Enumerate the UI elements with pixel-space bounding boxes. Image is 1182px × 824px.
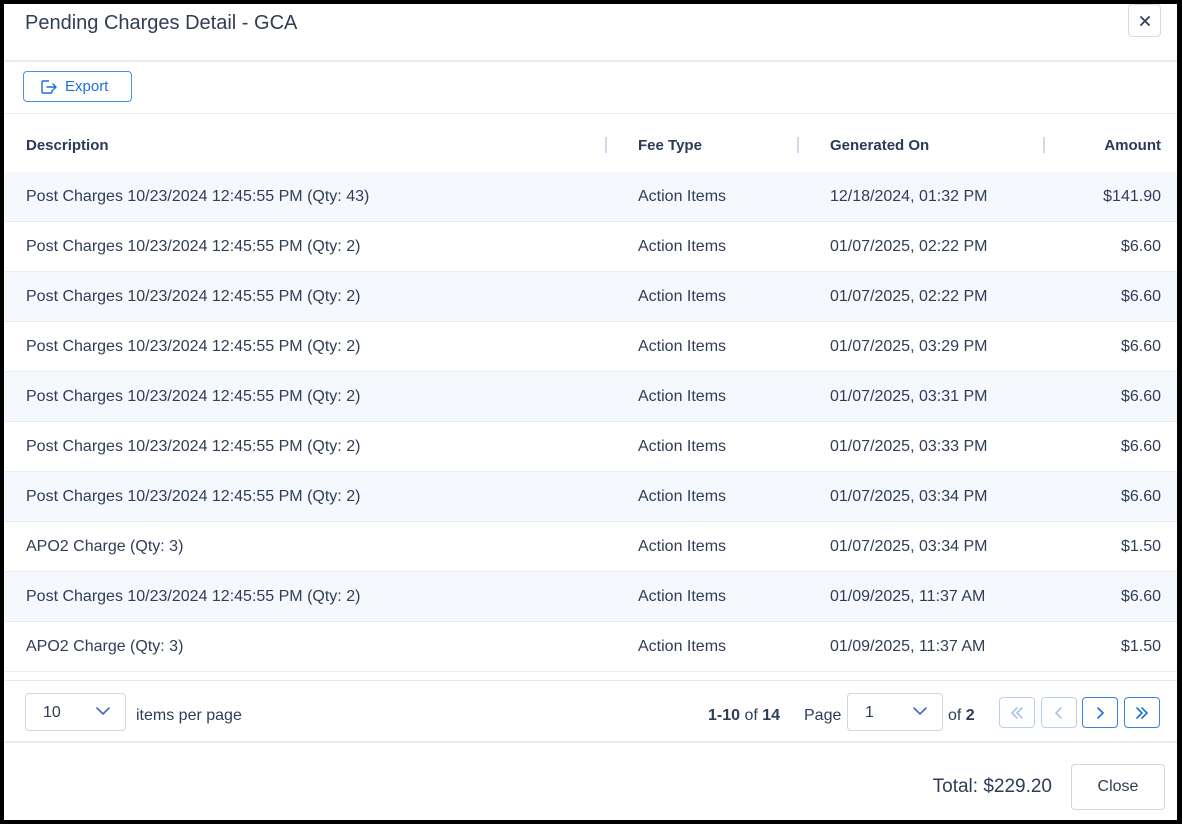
table-row[interactable]: Post Charges 10/23/2024 12:45:55 PM (Qty…: [4, 422, 1177, 472]
table-row[interactable]: Post Charges 10/23/2024 12:45:55 PM (Qty…: [4, 322, 1177, 372]
page-size-select[interactable]: 10: [25, 693, 126, 731]
cell-description: Post Charges 10/23/2024 12:45:55 PM (Qty…: [26, 288, 361, 305]
cell-generated-on: 01/07/2025, 03:33 PM: [830, 438, 988, 455]
cell-fee-type: Action Items: [638, 288, 727, 305]
total-pages: 2: [965, 707, 975, 724]
items-per-page-label: items per page: [136, 707, 242, 724]
cell-description: Post Charges 10/23/2024 12:45:55 PM (Qty…: [26, 488, 361, 505]
cell-fee-type: Action Items: [638, 238, 727, 255]
cell-description: Post Charges 10/23/2024 12:45:55 PM (Qty…: [26, 438, 361, 455]
cell-fee-type: Action Items: [638, 538, 727, 555]
column-resizer[interactable]: [605, 137, 607, 153]
cell-generated-on: 01/09/2025, 11:37 AM: [830, 588, 986, 605]
cell-description: APO2 Charge (Qty: 3): [26, 538, 184, 555]
cell-amount: $1.50: [1120, 638, 1161, 655]
cell-description: APO2 Charge (Qty: 3): [26, 638, 184, 655]
column-resizer[interactable]: [797, 137, 799, 153]
cell-amount: $6.60: [1120, 588, 1161, 605]
cell-description: Post Charges 10/23/2024 12:45:55 PM (Qty…: [26, 588, 361, 605]
prev-page-icon: [1055, 706, 1062, 719]
cell-amount: $6.60: [1120, 288, 1161, 305]
cell-generated-on: 01/07/2025, 03:29 PM: [830, 338, 988, 355]
table-row[interactable]: Post Charges 10/23/2024 12:45:55 PM (Qty…: [4, 272, 1177, 322]
total-pages-label: of 2: [948, 707, 975, 725]
cell-amount: $1.50: [1120, 538, 1161, 555]
total-items: 14: [762, 707, 781, 724]
cell-amount: $6.60: [1120, 488, 1161, 505]
pending-charges-dialog: Pending Charges Detail - GCA Export Desc…: [4, 4, 1177, 820]
total-amount: Total: $229.20: [932, 776, 1052, 797]
range-of-label: of: [744, 707, 758, 724]
column-header-amount[interactable]: Amount: [1104, 137, 1161, 154]
cell-generated-on: 01/07/2025, 03:34 PM: [830, 538, 988, 555]
cell-fee-type: Action Items: [638, 638, 727, 655]
cell-amount: $6.60: [1120, 338, 1161, 355]
table-row[interactable]: Post Charges 10/23/2024 12:45:55 PM (Qty…: [4, 372, 1177, 422]
dialog-title: Pending Charges Detail - GCA: [25, 12, 298, 34]
next-page-icon: [1097, 706, 1104, 719]
cell-fee-type: Action Items: [638, 388, 727, 405]
column-header-generated-on[interactable]: Generated On: [830, 137, 929, 154]
cell-description: Post Charges 10/23/2024 12:45:55 PM (Qty…: [26, 388, 361, 405]
cell-generated-on: 01/07/2025, 02:22 PM: [830, 238, 988, 255]
export-label: Export: [65, 78, 109, 95]
cell-fee-type: Action Items: [638, 438, 727, 455]
cell-generated-on: 01/07/2025, 03:31 PM: [830, 388, 988, 405]
close-button[interactable]: Close: [1071, 764, 1165, 810]
table-row[interactable]: Post Charges 10/23/2024 12:45:55 PM (Qty…: [4, 472, 1177, 522]
table-row[interactable]: APO2 Charge (Qty: 3) Action Items 01/07/…: [4, 522, 1177, 572]
range-value: 1-10: [708, 707, 741, 724]
chevron-down-icon: [96, 707, 110, 715]
cell-generated-on: 01/07/2025, 03:34 PM: [830, 488, 988, 505]
export-icon: [41, 79, 57, 94]
page-select[interactable]: 1: [847, 693, 943, 731]
page-label: Page: [804, 707, 842, 724]
table-row[interactable]: Post Charges 10/23/2024 12:45:55 PM (Qty…: [4, 222, 1177, 272]
first-page-icon: [1011, 706, 1023, 719]
column-resizer[interactable]: [1043, 137, 1045, 153]
cell-description: Post Charges 10/23/2024 12:45:55 PM (Qty…: [26, 188, 370, 205]
prev-page-button[interactable]: [1041, 697, 1077, 728]
cell-generated-on: 01/09/2025, 11:37 AM: [830, 638, 986, 655]
cell-amount: $6.60: [1120, 438, 1161, 455]
last-page-icon: [1136, 706, 1148, 719]
cell-description: Post Charges 10/23/2024 12:45:55 PM (Qty…: [26, 338, 361, 355]
last-page-button[interactable]: [1124, 697, 1160, 728]
cell-fee-type: Action Items: [638, 188, 727, 205]
toolbar: Export: [4, 62, 1177, 114]
page-select-value: 1: [865, 704, 874, 721]
pages-of-label: of: [948, 707, 962, 724]
cell-generated-on: 01/07/2025, 02:22 PM: [830, 288, 988, 305]
cell-fee-type: Action Items: [638, 338, 727, 355]
item-range: 1-10 of 14: [708, 707, 780, 725]
first-page-button[interactable]: [999, 697, 1035, 728]
cell-fee-type: Action Items: [638, 588, 727, 605]
next-page-button[interactable]: [1082, 697, 1118, 728]
table-row[interactable]: APO2 Charge (Qty: 3) Action Items 01/09/…: [4, 622, 1177, 672]
cell-fee-type: Action Items: [638, 488, 727, 505]
cell-amount: $6.60: [1120, 388, 1161, 405]
table-body: Post Charges 10/23/2024 12:45:55 PM (Qty…: [4, 172, 1177, 672]
column-header-description[interactable]: Description: [26, 137, 109, 154]
dialog-close-button[interactable]: [1128, 4, 1161, 37]
export-button[interactable]: Export: [23, 71, 132, 102]
pagination-bar: 10 items per page 1-10 of 14 Page 1 of 2: [4, 680, 1177, 743]
cell-generated-on: 12/18/2024, 01:32 PM: [830, 188, 988, 205]
table-row[interactable]: Post Charges 10/23/2024 12:45:55 PM (Qty…: [4, 172, 1177, 222]
table-row[interactable]: Post Charges 10/23/2024 12:45:55 PM (Qty…: [4, 572, 1177, 622]
page-size-value: 10: [43, 704, 61, 721]
chevron-down-icon: [913, 707, 927, 715]
close-icon: [1139, 15, 1150, 26]
cell-amount: $6.60: [1120, 238, 1161, 255]
cell-description: Post Charges 10/23/2024 12:45:55 PM (Qty…: [26, 238, 361, 255]
dialog-header: Pending Charges Detail - GCA: [4, 4, 1177, 62]
cell-amount: $141.90: [1103, 188, 1161, 205]
column-header-fee-type[interactable]: Fee Type: [638, 137, 702, 154]
table-header: Description Fee Type Generated On Amount: [4, 116, 1177, 173]
